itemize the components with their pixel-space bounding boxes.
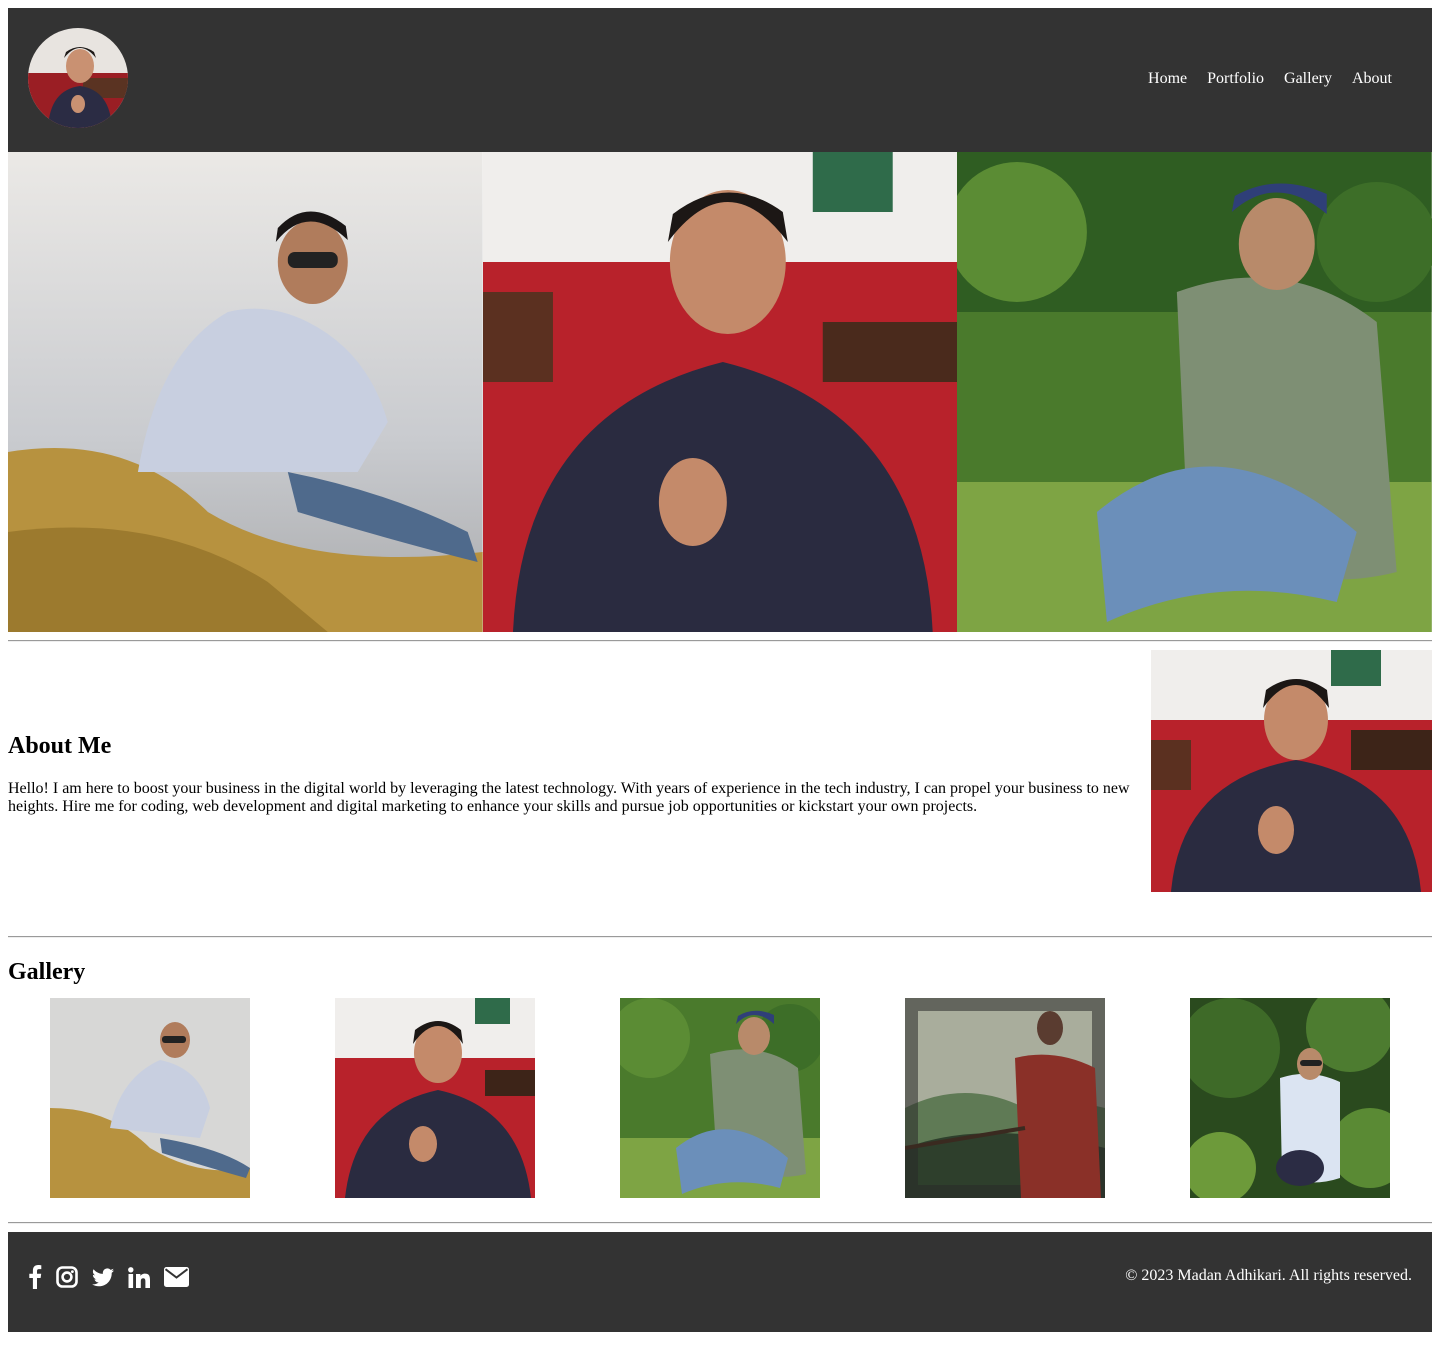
site-footer: © 2023 Madan Adhikari. All rights reserv… <box>8 1232 1432 1332</box>
about-photo <box>1151 650 1432 892</box>
twitter-icon[interactable] <box>92 1264 114 1290</box>
linkedin-icon[interactable] <box>128 1264 150 1290</box>
social-links <box>28 1264 203 1290</box>
nav-home[interactable]: Home <box>1148 70 1187 88</box>
profile-avatar[interactable] <box>28 28 128 128</box>
gallery-photo-viewpoint[interactable] <box>904 998 1105 1198</box>
hero-banner <box>8 152 1433 632</box>
gallery-photo-forest[interactable] <box>1189 998 1390 1198</box>
site-header: Home Portfolio Gallery About <box>8 8 1432 152</box>
about-section: About Me Hello! I am here to boost your … <box>8 650 1432 892</box>
gallery-photo-hillside[interactable] <box>50 998 251 1198</box>
section-divider <box>8 640 1432 642</box>
hero-photo-garden <box>957 152 1433 632</box>
section-divider <box>8 936 1432 938</box>
about-title: About Me <box>8 733 112 759</box>
hero-photo-hillside <box>8 152 483 632</box>
about-paragraph: Hello! I am here to boost your business … <box>8 780 1130 815</box>
gallery-photo-garden[interactable] <box>619 998 820 1198</box>
nav-portfolio[interactable]: Portfolio <box>1207 70 1264 88</box>
page: Home Portfolio Gallery About About Me He… <box>8 8 1433 1332</box>
main-nav: Home Portfolio Gallery About <box>1128 70 1392 88</box>
about-text-block: About Me Hello! I am here to boost your … <box>8 732 1138 816</box>
gallery-photo-jacket[interactable] <box>335 998 536 1198</box>
hero-photo-jacket <box>482 152 958 632</box>
nav-about[interactable]: About <box>1352 70 1392 88</box>
facebook-icon[interactable] <box>28 1264 42 1290</box>
gallery-title: Gallery <box>8 959 86 985</box>
instagram-icon[interactable] <box>56 1264 78 1290</box>
gallery-grid <box>8 998 1432 1198</box>
envelope-icon[interactable] <box>164 1264 189 1290</box>
section-divider <box>8 1222 1432 1224</box>
gallery-section: Gallery <box>8 946 1432 1198</box>
nav-gallery[interactable]: Gallery <box>1284 70 1332 88</box>
copyright-text: © 2023 Madan Adhikari. All rights reserv… <box>1125 1267 1412 1284</box>
